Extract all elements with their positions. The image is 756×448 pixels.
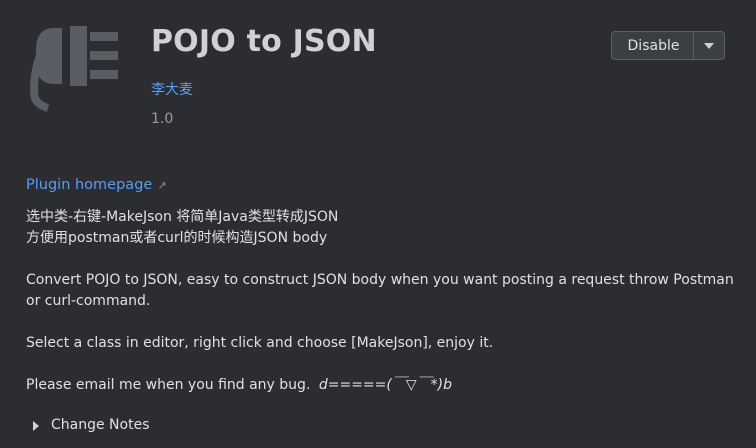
plugin-version: 1.0 [151, 111, 174, 127]
change-notes-label: Change Notes [51, 417, 150, 433]
vendor-link[interactable]: 李大麦 [151, 79, 193, 99]
description-chinese: 选中类-右键-MakeJson 将简单Java类型转成JSON 方便用postm… [26, 207, 746, 249]
disable-options-dropdown[interactable] [694, 32, 724, 59]
description-cn-line2: 方便用postman或者curl的时候构造JSON body [26, 230, 328, 246]
plugin-homepage-link[interactable]: Plugin homepage [26, 175, 152, 196]
plug-icon [29, 26, 118, 112]
disable-button[interactable]: Disable [612, 32, 693, 59]
disable-split-button: Disable [611, 31, 725, 60]
description-cn-line1: 选中类-右键-MakeJson 将简单Java类型转成JSON [26, 209, 339, 225]
description-en-paragraph-2: Select a class in editor, right click an… [26, 335, 494, 351]
triangle-right-icon [33, 420, 39, 431]
bug-report-text: Please email me when you find any bug. [26, 377, 311, 393]
external-link-icon: ↗ [157, 179, 167, 192]
emoticon-text: d=====(￣▽￣*)b [318, 377, 452, 393]
change-notes-toggle[interactable]: Change Notes [26, 415, 746, 436]
chevron-down-icon [704, 42, 714, 49]
plugin-title: POJO to JSON [151, 24, 377, 59]
description-en-paragraph-1: Convert POJO to JSON, easy to construct … [26, 272, 734, 309]
homepage-row: Plugin homepage ↗ [26, 175, 746, 196]
plugin-description: Plugin homepage ↗ 选中类-右键-MakeJson 将简单Jav… [26, 175, 746, 436]
description-en-paragraph-3: Please email me when you find any bug. d… [26, 375, 746, 396]
